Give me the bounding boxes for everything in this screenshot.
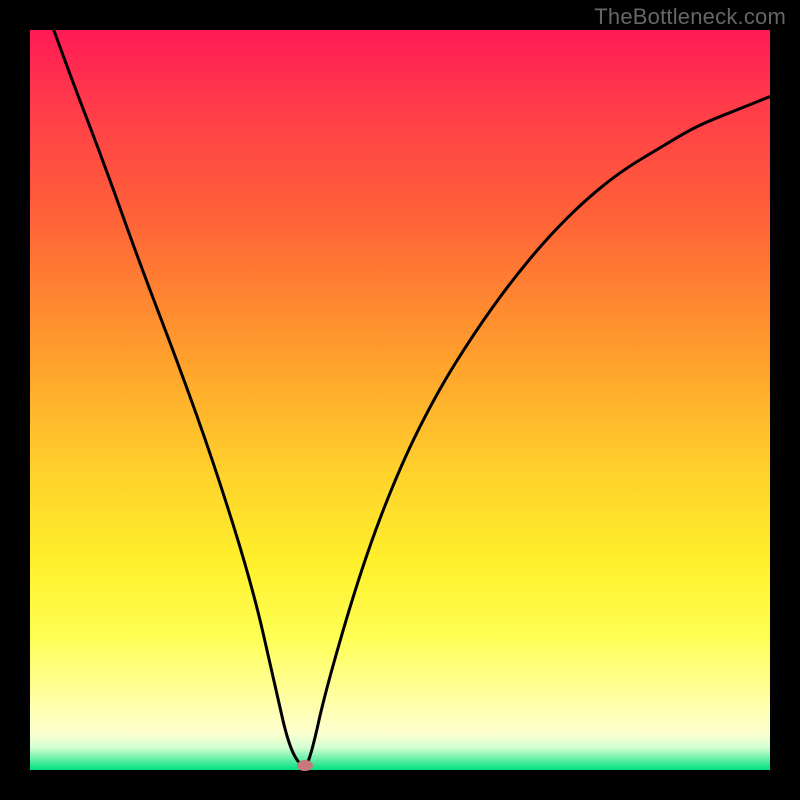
watermark-text: TheBottleneck.com xyxy=(594,4,786,30)
chart-area xyxy=(30,30,770,770)
optimal-marker xyxy=(297,760,313,771)
bottleneck-curve xyxy=(30,30,770,770)
